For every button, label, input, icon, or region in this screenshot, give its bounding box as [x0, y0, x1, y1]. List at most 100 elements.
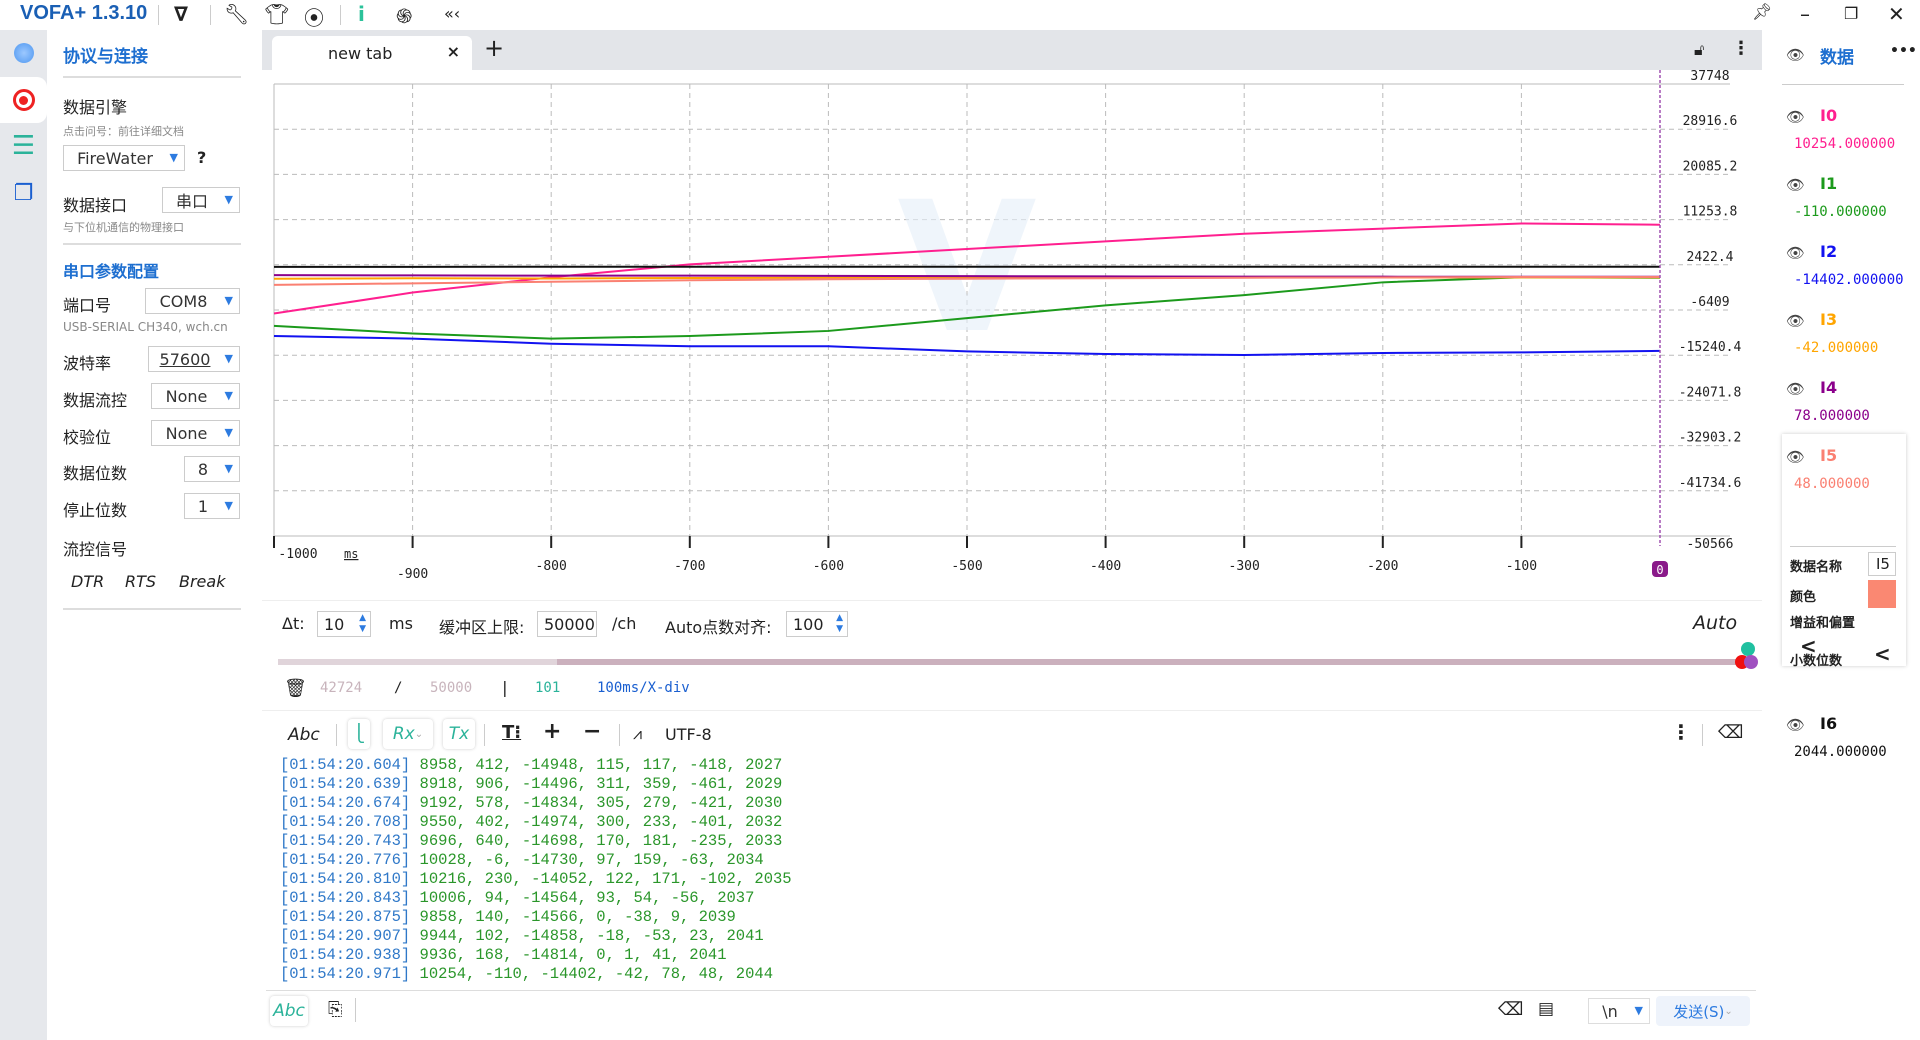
name-input[interactable]: I5 [1868, 552, 1896, 576]
divider [1782, 84, 1904, 85]
gain-offset-label: 增益和偏置 [1790, 616, 1856, 631]
rail-item-connection[interactable] [0, 30, 47, 76]
channel-name: I1 [1820, 174, 1838, 193]
tab-new-tab[interactable]: new tab × [272, 36, 472, 70]
parity-dropdown[interactable]: None ▼ [151, 420, 240, 446]
collapse-icon[interactable]: «‹ [444, 4, 460, 23]
timestamp-toggle-icon[interactable]: ⎩ [348, 719, 370, 749]
send-button[interactable]: 发送(S) ⌄ [1656, 996, 1750, 1026]
rail-item-list[interactable]: ☰ [0, 123, 47, 169]
unlock-icon[interactable]: 🔓︎ [1694, 40, 1704, 60]
zoom-in-icon[interactable]: + [543, 719, 561, 744]
eye-icon[interactable]: 👁︎ [1786, 312, 1805, 330]
channel-item-i3[interactable]: 👁︎ I3 -42.000000 [1762, 310, 1920, 372]
iface-dropdown[interactable]: 串口 ▼ [162, 187, 240, 213]
decimals-expand-icon[interactable]: < [1874, 642, 1891, 666]
clear-send-icon[interactable]: ⌫ [1498, 999, 1523, 1020]
pin-icon[interactable]: 📌︎ [1752, 2, 1772, 21]
buffer-limit: 50000 [430, 680, 473, 696]
log-timestamp: [01:54:20.938] [280, 946, 411, 964]
rts-button[interactable]: RTS [125, 572, 156, 591]
info-icon[interactable]: i [358, 2, 365, 26]
break-button[interactable]: Break [179, 572, 225, 591]
more-options-button[interactable]: ••• [1890, 43, 1917, 59]
slider-handle[interactable] [1744, 655, 1758, 669]
eraser-icon[interactable]: ⌫ [1718, 722, 1743, 743]
rail-item-record[interactable] [0, 77, 47, 123]
eye-icon[interactable]: 👁︎ [1786, 176, 1805, 194]
baud-value: 57600 [159, 349, 211, 369]
text-format-icon[interactable]: T⁝ [502, 722, 521, 743]
waveform-plot[interactable]: 37748 28916.6 20085.2 11253.8 2422.4 -6409 -15… [262, 70, 1762, 600]
history-slider[interactable] [278, 659, 1748, 665]
windows-icon: ❐ [13, 180, 34, 206]
newline-dropdown[interactable]: \n ▼ [1588, 998, 1650, 1024]
encoding-selector[interactable]: UTF-8 [665, 725, 712, 744]
screenshot-icon[interactable]: ⦿ [304, 2, 324, 31]
slider-handle[interactable] [1741, 642, 1755, 656]
channel-item-i2[interactable]: 👁︎ I2 -14402.000000 [1762, 242, 1920, 304]
more-vertical-icon[interactable]: ⋮ [1732, 38, 1750, 59]
rail-item-windows[interactable]: ❐ [0, 170, 47, 216]
channel-item-i1[interactable]: 👁︎ I1 -110.000000 [1762, 174, 1920, 236]
send-history-icon[interactable]: ▤ [1538, 999, 1554, 1019]
zoom-out-icon[interactable]: − [583, 719, 601, 744]
databits-dropdown[interactable]: 8 ▼ [184, 456, 240, 482]
channel-item-i6[interactable]: 👁︎ I6 2044.000000 [1762, 714, 1920, 776]
flow-dropdown[interactable]: None ▼ [151, 383, 240, 409]
close-window-icon[interactable]: ✕ [1888, 2, 1905, 26]
minimize-icon[interactable]: – [1800, 2, 1810, 26]
parity-value: None [165, 423, 208, 443]
auto-mode-button[interactable]: Auto [1693, 612, 1737, 634]
add-tab-button[interactable]: + [484, 34, 504, 62]
y-tick-label: 20085.2 [1683, 159, 1738, 174]
eye-icon[interactable]: 👁︎ [1786, 716, 1805, 734]
eye-icon[interactable]: 👁︎ [1786, 108, 1805, 126]
chevron-down-icon: ▼ [1634, 1004, 1643, 1017]
spinner-icon[interactable]: ▲ ▼ [359, 613, 366, 635]
divider [355, 998, 356, 1022]
log-timestamp: [01:54:20.776] [280, 851, 411, 869]
rx-toggle[interactable]: Rx ⌄ [383, 719, 433, 749]
log-values: 9944, 102, -14858, -18, -53, 23, 2041 [419, 927, 764, 945]
fingerprint-icon[interactable]: ֍ [396, 2, 412, 29]
text-mode-button[interactable]: Abc [288, 725, 320, 745]
y-tick-label: 11253.8 [1683, 205, 1738, 220]
divider [63, 608, 241, 610]
auto-align-input[interactable]: 100 ▲ ▼ [786, 611, 848, 637]
dt-input[interactable]: 10 ▲ ▼ [317, 611, 371, 637]
wrench-icon[interactable]: 🔧︎ [224, 2, 249, 26]
stopbits-value: 1 [197, 496, 209, 516]
dtr-button[interactable]: DTR [71, 572, 104, 591]
color-swatch[interactable] [1868, 580, 1896, 608]
more-vertical-icon[interactable]: ⋮ [1671, 720, 1691, 744]
engine-dropdown[interactable]: FireWater ▼ [63, 145, 185, 171]
help-button[interactable]: ? [197, 148, 206, 167]
send-file-icon[interactable]: ⎘ [328, 999, 342, 1020]
buffer-input[interactable]: 50000 [537, 611, 597, 637]
receive-log[interactable]: [01:54:20.604] 8958, 412, -14948, 115, 1… [280, 756, 792, 984]
databits-label: 数据位数 [63, 464, 128, 483]
baud-dropdown[interactable]: 57600 ▼ [148, 346, 240, 372]
close-tab-icon[interactable]: × [447, 42, 460, 61]
restore-icon[interactable]: ❐ [1844, 4, 1858, 23]
y-tick-label: -32903.2 [1679, 431, 1742, 446]
y-tick-label: 2422.4 [1687, 250, 1734, 265]
port-dropdown[interactable]: COM8 ▼ [145, 288, 240, 314]
point-count: 101 [535, 680, 561, 696]
shirt-icon[interactable]: 👕︎ [264, 2, 289, 26]
trash-icon[interactable]: 🗑︎ [284, 678, 307, 699]
eye-icon[interactable]: 👁︎ [1786, 380, 1805, 398]
v-logo-icon[interactable]: ∇ [174, 2, 188, 26]
encoding-icon[interactable]: ⩘ [633, 724, 642, 744]
tx-toggle[interactable]: Tx [443, 719, 475, 749]
eye-icon[interactable]: 👁︎ [1786, 244, 1805, 262]
send-text-mode-button[interactable]: Abc [270, 996, 308, 1026]
channel-item-i4[interactable]: 👁︎ I4 78.000000 [1762, 378, 1920, 440]
eye-icon[interactable]: 👁︎ [1786, 46, 1805, 64]
log-values: 8918, 906, -14496, 311, 359, -461, 2029 [419, 775, 783, 793]
spinner-icon[interactable]: ▲ ▼ [836, 613, 843, 635]
channel-item-i0[interactable]: 👁︎ I0 10254.000000 [1762, 106, 1920, 168]
stopbits-dropdown[interactable]: 1 ▼ [184, 493, 240, 519]
log-values: 9936, 168, -14814, 0, 1, 41, 2041 [419, 946, 727, 964]
